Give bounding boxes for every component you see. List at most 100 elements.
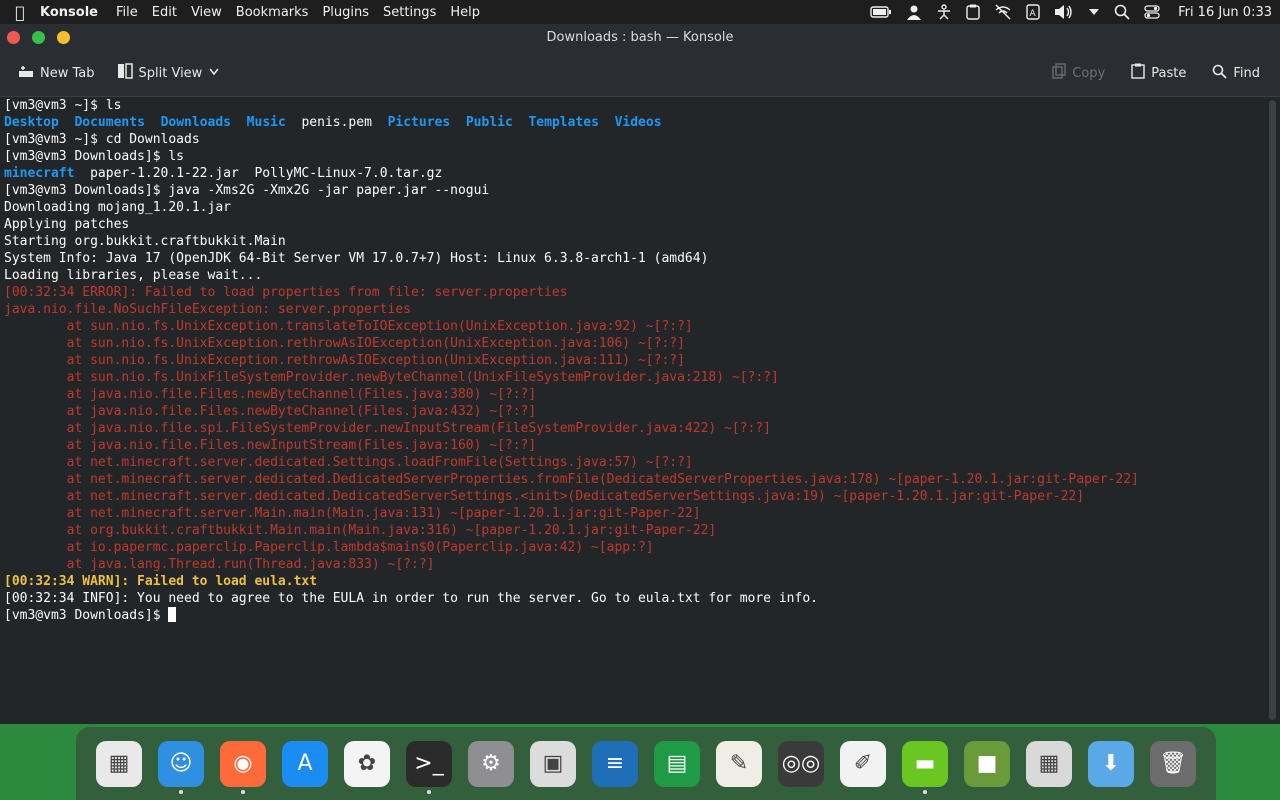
- directory-name: Videos: [614, 115, 662, 130]
- paste-label: Paste: [1151, 65, 1187, 81]
- menu-settings[interactable]: Settings: [383, 5, 436, 20]
- split-view-icon: [117, 63, 133, 83]
- terminal-output[interactable]: [vm3@vm3 ~]$ ls Desktop Documents Downloa…: [0, 97, 1266, 724]
- dock-app-minecraft[interactable]: ■: [956, 734, 1018, 794]
- top-menubar:  Konsole File Edit View Bookmarks Plugi…: [0, 0, 1280, 24]
- dock-app-terminal[interactable]: >_: [398, 734, 460, 794]
- menu-file[interactable]: File: [116, 5, 138, 20]
- accessibility-icon[interactable]: [936, 4, 952, 20]
- dock-app-pollymc[interactable]: ▬: [894, 734, 956, 794]
- dock-app-app-store[interactable]: A: [274, 734, 336, 794]
- terminal-line: at net.minecraft.server.dedicated.Dedica…: [4, 471, 1262, 488]
- terminal-text: at java.nio.file.spi.FileSystemProvider.…: [4, 421, 772, 436]
- maximize-window-button[interactable]: [32, 31, 45, 44]
- window-titlebar[interactable]: Downloads : bash — Konsole: [0, 24, 1280, 50]
- terminal-scrollbar[interactable]: [1269, 100, 1276, 720]
- pollymc-icon: ▬: [902, 740, 948, 787]
- directory-name: Downloads: [160, 115, 232, 130]
- search-icon[interactable]: [1114, 4, 1130, 20]
- directory-name: Music: [246, 115, 286, 130]
- battery-icon[interactable]: [870, 6, 892, 18]
- directory-name: Templates: [528, 115, 599, 130]
- clock[interactable]: Fri 16 Jun 0:33: [1178, 5, 1272, 20]
- directory-name: Documents: [74, 115, 145, 130]
- paste-button[interactable]: Paste: [1123, 63, 1194, 83]
- minecraft-block-icon: ■: [964, 740, 1010, 787]
- cassette-icon: ◎◎: [778, 740, 824, 787]
- terminal-icon: >_: [406, 740, 452, 787]
- volume-icon[interactable]: [1054, 4, 1074, 20]
- terminal-text: at net.minecraft.server.Main.main(Main.j…: [4, 506, 701, 521]
- terminal-line: at net.minecraft.server.Main.main(Main.j…: [4, 505, 1262, 522]
- control-center-icon[interactable]: [1144, 4, 1160, 20]
- terminal-text: [00:32:34 WARN]: Failed to load eula.txt: [4, 574, 318, 589]
- terminal-text: at org.bukkit.craftbukkit.Main.main(Main…: [4, 523, 717, 538]
- terminal-line: at sun.nio.fs.UnixException.rethrowAsIOE…: [4, 352, 1262, 369]
- new-tab-label: New Tab: [40, 65, 95, 81]
- app-name-menu[interactable]: Konsole: [40, 5, 98, 20]
- terminal-text: System Info: Java 17 (OpenJDK 64-Bit Ser…: [4, 251, 709, 266]
- finder-icon: ☺: [158, 740, 204, 787]
- dock-app-cassette[interactable]: ◎◎: [770, 734, 832, 794]
- dock-app-system-preferences[interactable]: ⚙: [460, 734, 522, 794]
- menu-help[interactable]: Help: [450, 5, 480, 20]
- search-icon: [1212, 64, 1227, 83]
- terminal-text: at sun.nio.fs.UnixException.translateToI…: [4, 319, 693, 334]
- find-button[interactable]: Find: [1204, 64, 1268, 83]
- terminal-line: [00:32:34 INFO]: You need to agree to th…: [4, 590, 1262, 607]
- terminal-line: [vm3@vm3 Downloads]$ ls: [4, 148, 1262, 165]
- terminal-line: at net.minecraft.server.dedicated.Dedica…: [4, 488, 1262, 505]
- terminal-line: Downloading mojang_1.20.1.jar: [4, 199, 1262, 216]
- apple-logo-icon[interactable]: : [0, 3, 40, 22]
- running-indicator: [923, 789, 927, 794]
- terminal-text: [vm3@vm3 ~]$ ls: [4, 98, 122, 113]
- dock-app-firefox[interactable]: ◉: [212, 734, 274, 794]
- window-title: Downloads : bash — Konsole: [546, 29, 734, 45]
- document-icon: ≡: [592, 740, 638, 787]
- dock-app-trash[interactable]: 🗑: [1142, 734, 1204, 794]
- terminal-line: at java.lang.Thread.run(Thread.java:833)…: [4, 556, 1262, 573]
- user-icon[interactable]: [906, 4, 922, 20]
- dock-app-launchpad[interactable]: ▦: [88, 734, 150, 794]
- network-disabled-icon[interactable]: [994, 4, 1012, 20]
- clipboard-icon[interactable]: [966, 4, 980, 20]
- menu-plugins[interactable]: Plugins: [322, 5, 369, 20]
- calculator-icon: ▦: [1026, 740, 1072, 787]
- chevron-down-icon[interactable]: [208, 66, 220, 81]
- folder-download-icon: ⬇: [1088, 740, 1134, 787]
- dock-app-draw[interactable]: ✎: [708, 734, 770, 794]
- terminal-line: at sun.nio.fs.UnixException.translateToI…: [4, 318, 1262, 335]
- split-view-button[interactable]: Split View: [109, 63, 229, 83]
- dock-app-preview[interactable]: ▣: [522, 734, 584, 794]
- copy-icon: [1052, 63, 1066, 83]
- minimize-window-button[interactable]: [57, 31, 70, 44]
- paste-icon: [1131, 63, 1145, 83]
- dock-app-calc[interactable]: ▤: [646, 734, 708, 794]
- notepad-icon: ✐: [840, 740, 886, 787]
- dock-app-text-editor[interactable]: ✐: [832, 734, 894, 794]
- close-window-button[interactable]: [7, 31, 20, 44]
- menu-view[interactable]: View: [191, 5, 222, 20]
- terminal-line: at java.nio.file.spi.FileSystemProvider.…: [4, 420, 1262, 437]
- input-method-icon[interactable]: A: [1026, 4, 1040, 20]
- terminal-line: at java.nio.file.Files.newByteChannel(Fi…: [4, 386, 1262, 403]
- dock-app-calculator[interactable]: ▦: [1018, 734, 1080, 794]
- dock-app-photos[interactable]: ✿: [336, 734, 398, 794]
- new-tab-icon: [18, 64, 34, 82]
- terminal-text: at java.nio.file.Files.newInputStream(Fi…: [4, 438, 537, 453]
- dock-app-writer[interactable]: ≡: [584, 734, 646, 794]
- dock-app-downloads-folder[interactable]: ⬇: [1080, 734, 1142, 794]
- terminal-text: at java.lang.Thread.run(Thread.java:833)…: [4, 557, 435, 572]
- dock-app-finder[interactable]: ☺: [150, 734, 212, 794]
- menu-bookmarks[interactable]: Bookmarks: [236, 5, 309, 20]
- copy-button[interactable]: Copy: [1044, 63, 1113, 83]
- terminal-line: at java.nio.file.Files.newInputStream(Fi…: [4, 437, 1262, 454]
- chevron-down-icon[interactable]: [1088, 7, 1100, 17]
- terminal-text: Downloading mojang_1.20.1.jar: [4, 200, 231, 215]
- menu-edit[interactable]: Edit: [152, 5, 177, 20]
- new-tab-button[interactable]: New Tab: [10, 64, 103, 82]
- terminal-line: minecraft paper-1.20.1-22.jar PollyMC-Li…: [4, 165, 1262, 182]
- terminal-text: Loading libraries, please wait...: [4, 268, 263, 283]
